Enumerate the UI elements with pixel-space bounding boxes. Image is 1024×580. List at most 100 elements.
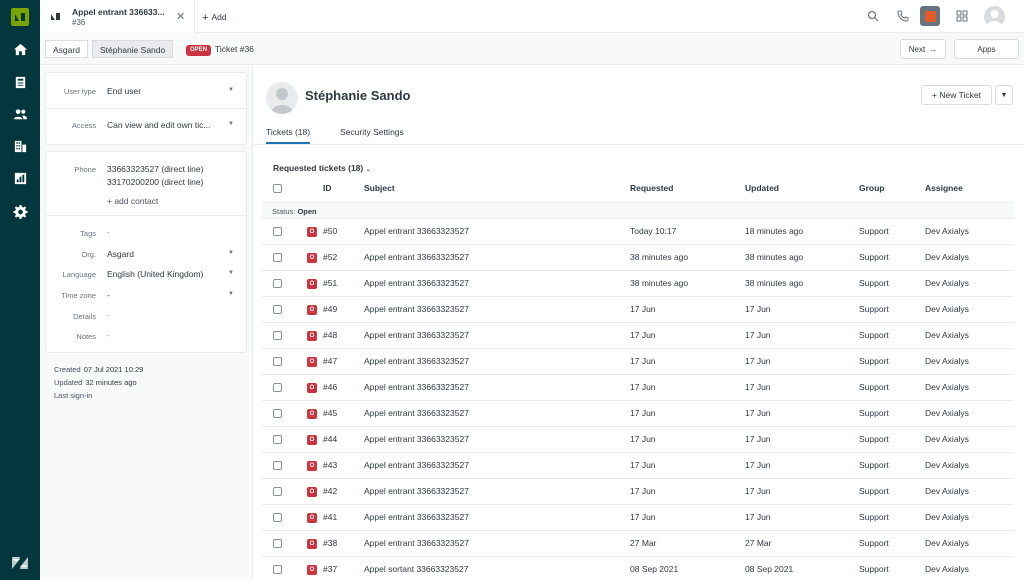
column-header-requested[interactable]: Requested [630,183,673,193]
add-contact-link[interactable]: + add contact [107,196,158,206]
row-checkbox[interactable] [273,409,282,418]
table-row[interactable]: O #43 Appel entrant 33663323527 17 Jun 17 Ju… [262,453,1014,479]
row-checkbox[interactable] [273,383,282,392]
row-checkbox[interactable] [273,435,282,444]
ticket-subject[interactable]: Appel entrant 33663323527 [364,297,469,322]
ticket-subject[interactable]: Appel entrant 33663323527 [364,479,469,504]
ticket-subject[interactable]: Appel entrant 33663323527 [364,531,469,556]
home-icon[interactable] [10,39,30,59]
phone-value-1[interactable]: 33663323527 (direct line) [107,164,203,174]
row-checkbox[interactable] [273,513,282,522]
talk-app-icon[interactable] [920,6,940,26]
column-header-id[interactable]: ID [323,183,332,193]
phone-value-2[interactable]: 33170200200 (direct line) [107,177,203,187]
org-select[interactable]: Asgard [107,249,134,259]
ticket-subject[interactable]: Appel sortant 33663323527 [364,557,468,580]
table-row[interactable]: O #41 Appel entrant 33663323527 17 Jun 17 Ju… [262,505,1014,531]
reporting-icon[interactable] [10,168,30,188]
row-checkbox[interactable] [273,279,282,288]
close-tab-icon[interactable]: ✕ [176,10,185,23]
table-row[interactable]: O #37 Appel sortant 33663323527 08 Sep 2021… [262,557,1014,580]
ticket-subject[interactable]: Appel entrant 33663323527 [364,323,469,348]
user-type-select[interactable]: End user [107,86,141,96]
ticket-subject[interactable]: Appel entrant 33663323527 [364,271,469,296]
apps-button[interactable]: Apps [954,39,1019,59]
row-checkbox[interactable] [273,539,282,548]
ticket-subject[interactable]: Appel entrant 33663323527 [364,401,469,426]
table-row[interactable]: O #38 Appel entrant 33663323527 27 Mar 27 Ma… [262,531,1014,557]
table-row[interactable]: O #44 Appel entrant 33663323527 17 Jun 17 Ju… [262,427,1014,453]
search-icon[interactable] [866,9,880,23]
tab-security-settings[interactable]: Security Settings [340,127,404,142]
ticket-subject[interactable]: Appel entrant 33663323527 [364,427,469,452]
column-header-assignee[interactable]: Assignee [925,183,963,193]
language-select[interactable]: English (United Kingdom) [107,269,203,279]
zendesk-logo-icon[interactable] [11,555,29,571]
table-row[interactable]: O #47 Appel entrant 33663323527 17 Jun 17 Ju… [262,349,1014,375]
table-row[interactable]: O #51 Appel entrant 33663323527 38 minutes … [262,271,1014,297]
add-tab-button[interactable]: + Add [202,11,227,24]
breadcrumb-user[interactable]: Stéphanie Sando [92,40,174,58]
ticket-subject[interactable]: Appel entrant 33663323527 [364,349,469,374]
table-row[interactable]: O #45 Appel entrant 33663323527 17 Jun 17 Ju… [262,401,1014,427]
row-checkbox[interactable] [273,253,282,262]
user-type-label: User type [63,87,96,96]
zendesk-support-logo-icon[interactable] [11,8,29,26]
ticket-tab[interactable]: Appel entrant 336633... #36 ✕ [40,0,195,33]
customers-icon[interactable] [10,104,30,124]
notes-input[interactable]: - [107,330,110,340]
next-button[interactable]: Next → [900,39,946,59]
ticket-requested: 17 Jun [630,408,656,418]
table-row[interactable]: O #48 Appel entrant 33663323527 17 Jun 17 Ju… [262,323,1014,349]
column-header-updated[interactable]: Updated [745,183,779,193]
row-checkbox[interactable] [273,227,282,236]
details-input[interactable]: - [107,310,110,320]
ticket-requested: 17 Jun [630,304,656,314]
table-row[interactable]: O #49 Appel entrant 33663323527 17 Jun 17 Ju… [262,297,1014,323]
admin-gear-icon[interactable] [10,201,30,221]
profile-avatar-icon[interactable] [984,6,1005,27]
chevron-down-icon[interactable]: ▼ [228,250,234,256]
page-title: Stéphanie Sando [305,88,411,103]
product-tray-icon[interactable] [955,9,969,23]
chevron-down-icon[interactable]: ▼ [995,85,1013,105]
new-ticket-button[interactable]: + New Ticket [921,85,992,105]
row-checkbox[interactable] [273,461,282,470]
chevron-down-icon[interactable]: ▼ [228,291,234,297]
tab-title: Appel entrant 336633... [72,7,165,17]
column-header-subject[interactable]: Subject [364,183,395,193]
chevron-down-icon[interactable]: ▼ [228,270,234,276]
select-all-checkbox[interactable] [273,184,282,193]
timezone-select[interactable]: - [107,290,110,300]
ticket-subject[interactable]: Appel entrant 33663323527 [364,453,469,478]
requested-tickets-dropdown[interactable]: Requested tickets (18) ⌄ [273,163,371,173]
breadcrumb-org[interactable]: Asgard [45,40,88,58]
organizations-icon[interactable] [10,136,30,156]
ticket-subject[interactable]: Appel entrant 33663323527 [364,375,469,400]
row-checkbox[interactable] [273,357,282,366]
ticket-updated: 17 Jun [745,434,771,444]
row-checkbox[interactable] [273,305,282,314]
row-checkbox[interactable] [273,487,282,496]
table-row[interactable]: O #52 Appel entrant 33663323527 38 minutes … [262,245,1014,271]
phone-icon[interactable] [896,9,910,23]
row-checkbox[interactable] [273,565,282,574]
views-icon[interactable] [10,72,30,92]
access-select[interactable]: Can view and edit own tic... [107,120,210,130]
column-header-group[interactable]: Group [859,183,885,193]
ticket-subject[interactable]: Appel entrant 33663323527 [364,245,469,270]
ticket-subject[interactable]: Appel entrant 33663323527 [364,219,469,244]
ticket-subject[interactable]: Appel entrant 33663323527 [364,505,469,530]
chevron-down-icon[interactable]: ▼ [228,121,234,127]
table-row[interactable]: O #46 Appel entrant 33663323527 17 Jun 17 Ju… [262,375,1014,401]
row-checkbox[interactable] [273,331,282,340]
tags-input[interactable]: - [107,227,110,237]
table-row[interactable]: O #50 Appel entrant 33663323527 Today 10:17… [262,219,1014,245]
breadcrumb-ticket[interactable]: OPEN Ticket #36 [186,40,254,58]
table-row[interactable]: O #42 Appel entrant 33663323527 17 Jun 17 Ju… [262,479,1014,505]
product-nav [0,0,40,580]
tab-tickets[interactable]: Tickets (18) [266,127,311,144]
chevron-down-icon[interactable]: ▼ [228,87,234,93]
status-badge: O [307,565,317,575]
status-badge: O [307,253,317,263]
